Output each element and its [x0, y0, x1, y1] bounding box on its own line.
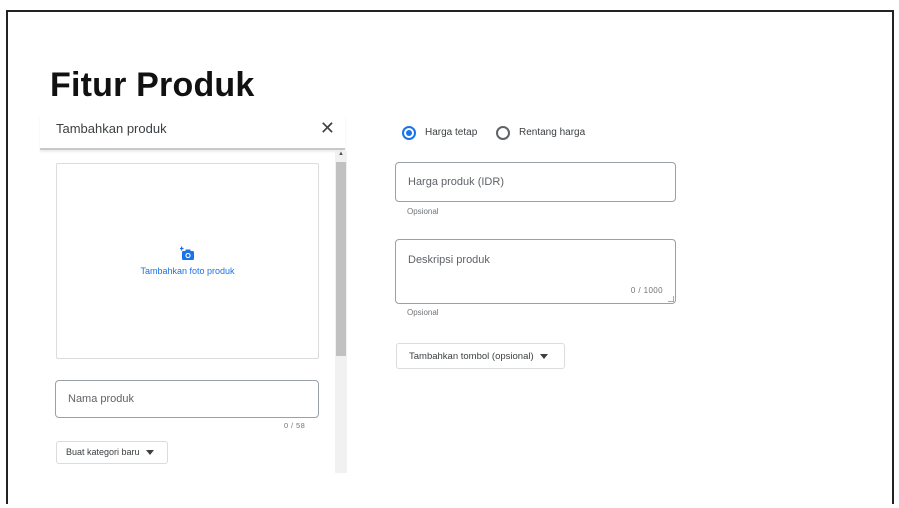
radio-price-range-label: Rentang harga [519, 127, 586, 138]
description-label: Deskripsi produk [408, 254, 490, 266]
new-category-button[interactable]: Buat kategori baru [56, 441, 168, 464]
dialog-header: Tambahkan produk ✕ [40, 115, 345, 150]
description-counter: 0 / 1000 [630, 286, 663, 295]
dropdown-caret-icon [145, 450, 154, 456]
price-helper: Opsional [407, 207, 439, 216]
price-input[interactable]: Harga produk (IDR) [395, 162, 676, 202]
radio-fixed-price[interactable] [402, 126, 416, 140]
add-photo-icon [180, 246, 194, 260]
product-name-input[interactable]: Nama produk [55, 380, 319, 418]
photo-upload-area[interactable]: Tambahkan foto produk [56, 163, 319, 359]
add-button-dropdown[interactable]: Tambahkan tombol (opsional) [396, 343, 565, 369]
radio-price-range[interactable] [496, 126, 510, 140]
scroll-up-arrow-icon[interactable]: ▲ [338, 151, 344, 157]
description-helper: Opsional [407, 308, 439, 317]
scrollbar-thumb[interactable] [336, 162, 346, 356]
radio-fixed-price-label: Harga tetap [425, 127, 478, 138]
add-button-label: Tambahkan tombol (opsional) [409, 351, 534, 362]
dropdown-caret-icon [539, 353, 548, 359]
resize-handle-icon[interactable] [668, 296, 674, 302]
new-category-label: Buat kategori baru [66, 447, 140, 457]
page-title: Fitur Produk [50, 66, 255, 104]
close-icon[interactable]: ✕ [320, 115, 335, 141]
product-name-counter: 0 / 58 [284, 421, 306, 430]
dialog-title: Tambahkan produk [56, 121, 167, 136]
price-label: Harga produk (IDR) [408, 176, 504, 188]
description-textarea[interactable]: Deskripsi produk 0 / 1000 [395, 239, 676, 304]
add-photo-label[interactable]: Tambahkan foto produk [57, 266, 318, 276]
product-name-label: Nama produk [68, 393, 135, 405]
